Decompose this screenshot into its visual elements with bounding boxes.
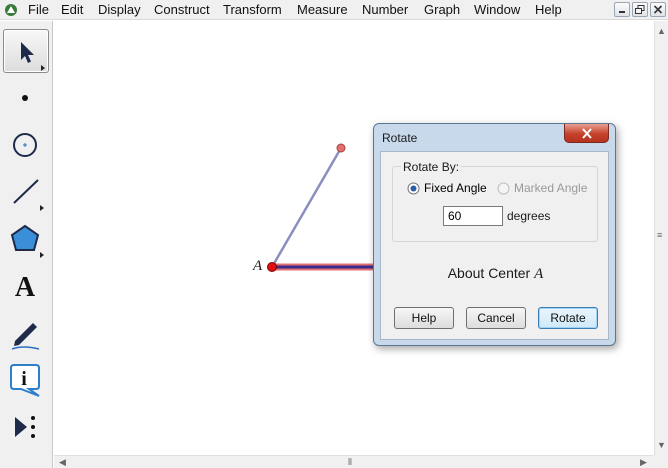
rotated-segment[interactable]	[270, 147, 343, 268]
restore-icon	[635, 5, 645, 14]
vertical-scrollbar[interactable]: ▲ ≡ ▼	[654, 21, 668, 455]
marked-angle-option[interactable]: Marked Angle	[497, 180, 587, 196]
text-tool[interactable]: A	[3, 264, 49, 308]
horizontal-scroll-grip-icon[interactable]: ⦀	[348, 458, 352, 467]
horizontal-scrollbar[interactable]: ◀ ⦀ ▶	[54, 455, 654, 468]
line-segment-icon	[13, 179, 44, 211]
point-a-label[interactable]: A	[253, 258, 262, 275]
close-icon	[653, 5, 663, 14]
arrow-select-tool[interactable]	[3, 29, 49, 73]
straightedge-tool[interactable]	[3, 170, 49, 214]
point-icon	[22, 95, 28, 101]
polygon-tool[interactable]	[3, 217, 49, 261]
text-icon: A	[15, 272, 36, 303]
scrollbar-corner	[654, 455, 668, 468]
rotate-by-group: Rotate By: Fixed Angle Marked Angle degr…	[392, 160, 598, 242]
help-button[interactable]: Help	[394, 307, 454, 329]
vertical-scroll-grip-icon[interactable]: ≡	[657, 231, 662, 240]
radio-disabled-icon[interactable]	[497, 182, 510, 195]
rotate-button[interactable]: Rotate	[538, 307, 598, 329]
menu-number[interactable]: Number	[362, 0, 408, 20]
rotate-dialog: Rotate Rotate By: Fixed Angle Marked Ang…	[373, 123, 616, 346]
svg-text:A: A	[15, 272, 36, 303]
radio-selected-icon[interactable]	[407, 182, 420, 195]
menu-display[interactable]: Display	[98, 0, 141, 20]
compass-tool[interactable]	[3, 123, 49, 167]
scroll-right-icon[interactable]: ▶	[640, 458, 647, 467]
fixed-angle-option[interactable]: Fixed Angle	[407, 180, 487, 196]
arrow-cursor-icon	[21, 42, 45, 71]
rotated-endpoint[interactable]	[336, 143, 346, 153]
point-tool[interactable]	[3, 76, 49, 120]
toolbox: A i	[0, 21, 53, 468]
angle-input[interactable]	[443, 206, 503, 226]
menu-measure[interactable]: Measure	[297, 0, 348, 20]
center-point-name: A	[534, 266, 544, 282]
close-icon	[582, 128, 592, 139]
menu-file[interactable]: File	[28, 0, 49, 20]
menu-construct[interactable]: Construct	[154, 0, 210, 20]
menu-help[interactable]: Help	[535, 0, 562, 20]
fixed-angle-label: Fixed Angle	[424, 181, 487, 195]
custom-tool[interactable]	[3, 405, 49, 449]
menu-window[interactable]: Window	[474, 0, 520, 20]
cancel-button[interactable]: Cancel	[466, 307, 526, 329]
about-center-text: About Center	[447, 265, 531, 281]
close-window-button[interactable]	[650, 2, 666, 17]
polygon-icon	[10, 224, 44, 258]
info-icon: i	[10, 364, 40, 397]
marker-pen-icon	[11, 323, 40, 350]
menu-transform[interactable]: Transform	[223, 0, 282, 20]
point-a[interactable]	[267, 262, 277, 272]
minimize-icon	[619, 11, 625, 13]
rotate-by-label: Rotate By:	[401, 160, 462, 174]
marked-angle-label: Marked Angle	[514, 181, 588, 195]
menu-edit[interactable]: Edit	[61, 0, 83, 20]
svg-text:i: i	[21, 368, 27, 390]
compass-circle-icon	[13, 133, 37, 157]
scroll-left-icon[interactable]: ◀	[59, 458, 66, 467]
dialog-close-button[interactable]	[564, 124, 609, 143]
custom-tool-icon	[15, 416, 35, 438]
angle-units-label: degrees	[507, 209, 551, 223]
information-tool[interactable]: i	[3, 358, 49, 402]
sketchpad-app-icon[interactable]	[4, 3, 18, 17]
marker-tool[interactable]	[3, 311, 49, 355]
about-center-label: About Center A	[381, 265, 610, 283]
scroll-up-icon[interactable]: ▲	[657, 27, 666, 36]
minimize-button[interactable]	[614, 2, 630, 17]
dialog-body: Rotate By: Fixed Angle Marked Angle degr…	[380, 151, 609, 340]
scroll-down-icon[interactable]: ▼	[657, 441, 666, 450]
dialog-title: Rotate	[382, 131, 418, 145]
restore-button[interactable]	[632, 2, 648, 17]
menu-bar: File Edit Display Construct Transform Me…	[0, 0, 668, 20]
menu-graph[interactable]: Graph	[424, 0, 460, 20]
